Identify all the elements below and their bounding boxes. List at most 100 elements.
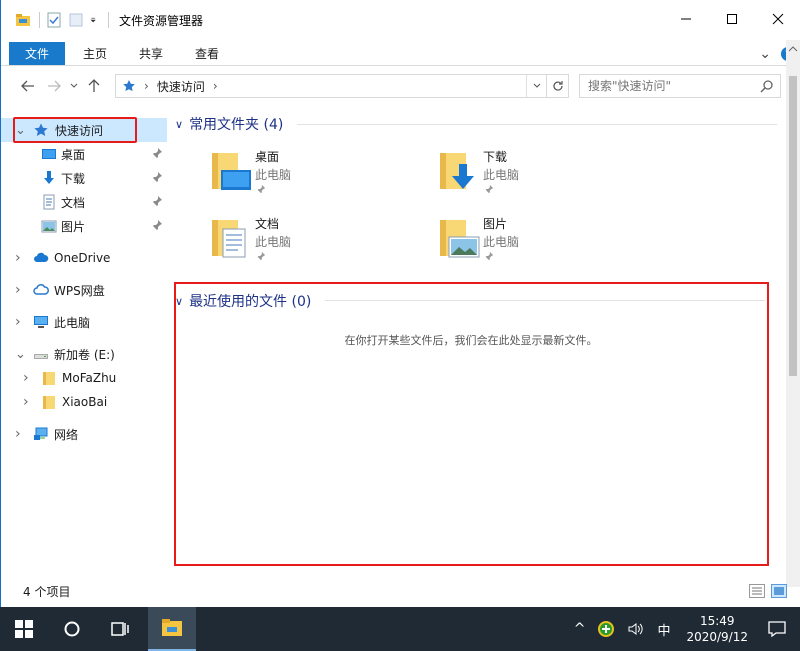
expand-chevron-icon[interactable]: › (23, 394, 29, 410)
nav-item-onedrive[interactable]: › OneDrive (1, 246, 167, 270)
pin-icon[interactable] (484, 251, 494, 261)
maximize-button[interactable] (709, 4, 755, 34)
tab-home[interactable]: 主页 (69, 42, 121, 65)
expand-chevron-icon[interactable]: › (15, 282, 21, 298)
title-bar: 文件资源管理器 (1, 0, 800, 40)
tab-share[interactable]: 共享 (125, 42, 177, 65)
taskbar: ^ 中 15:49 2020/9/12 (0, 607, 800, 651)
search-taskbar-button[interactable] (48, 607, 96, 651)
tile-pictures[interactable]: 图片 此电脑 (437, 215, 637, 271)
tile-downloads[interactable]: 下载 此电脑 (437, 148, 637, 204)
nav-item-wps-cloud[interactable]: › WPS网盘 (1, 278, 167, 302)
pin-icon[interactable] (151, 147, 163, 159)
address-toolbar: › 快速访问 › (1, 72, 800, 100)
explorer-folder-icon[interactable] (15, 12, 31, 28)
expand-chevron-icon[interactable]: › (23, 370, 29, 386)
address-dropdown-button[interactable] (526, 75, 546, 97)
windows-logo-icon (15, 620, 33, 638)
frequent-folders-header[interactable]: ∨ 常用文件夹 (4) (175, 114, 283, 134)
breadcrumb-separator-icon-2[interactable]: › (213, 79, 218, 93)
tile-desktop[interactable]: 桌面 此电脑 (209, 148, 409, 204)
nav-item-pictures[interactable]: 图片 (1, 214, 167, 238)
search-input[interactable] (588, 79, 758, 93)
input-method-button[interactable]: 中 (651, 620, 676, 639)
expand-chevron-icon[interactable]: ⌄ (15, 347, 26, 362)
expand-chevron-icon[interactable]: › (15, 250, 21, 266)
tile-documents[interactable]: 文档 此电脑 (209, 215, 409, 271)
nav-item-xiaobai[interactable]: › XiaoBai (1, 390, 167, 414)
breadcrumb: › 快速访问 › (122, 78, 218, 95)
new-folder-icon[interactable] (68, 12, 84, 28)
window-controls (663, 4, 800, 34)
nav-label: 此电脑 (54, 315, 91, 330)
customize-qa-chevron-icon[interactable] (90, 12, 100, 28)
expand-chevron-icon[interactable]: › (15, 426, 21, 442)
frequent-folders-title: 常用文件夹 (4) (189, 117, 284, 133)
tile-name: 图片 (483, 217, 508, 231)
nav-item-downloads[interactable]: 下载 (1, 166, 167, 190)
search-box[interactable] (579, 74, 781, 98)
forward-button[interactable] (41, 74, 67, 98)
tab-view[interactable]: 查看 (181, 42, 233, 65)
chevron-down-icon-2 (533, 83, 540, 88)
drive-icon (34, 354, 48, 359)
clock-time: 15:49 (699, 614, 735, 628)
nav-item-desktop[interactable]: 桌面 (1, 142, 167, 166)
show-hidden-icons-button[interactable]: ^ (568, 621, 592, 637)
scrollbar-thumb[interactable] (789, 76, 797, 376)
pin-icon[interactable] (151, 171, 163, 183)
nav-label: XiaoBai (62, 395, 108, 409)
scroll-up-icon[interactable] (786, 42, 800, 56)
address-box[interactable]: › 快速访问 › (115, 74, 569, 98)
app-tray-icon[interactable] (591, 620, 621, 638)
refresh-button[interactable] (546, 75, 568, 97)
pin-icon[interactable] (256, 251, 266, 261)
details-view-icon[interactable] (749, 584, 765, 598)
properties-icon[interactable] (46, 12, 62, 28)
tile-location: 此电脑 (483, 235, 520, 249)
notification-icon (768, 621, 786, 637)
forward-arrow-icon (48, 80, 61, 92)
close-icon (772, 13, 784, 25)
clock-button[interactable]: 15:49 2020/9/12 (676, 613, 758, 645)
back-button[interactable] (15, 74, 41, 98)
download-icon (44, 171, 54, 184)
up-button[interactable] (81, 74, 107, 98)
large-icons-view-icon[interactable] (771, 584, 787, 598)
taskbar-explorer-button[interactable] (148, 607, 196, 651)
collapse-chevron-icon[interactable]: ∨ (175, 118, 183, 131)
breadcrumb-separator-icon[interactable]: › (144, 79, 149, 93)
tile-location: 此电脑 (255, 235, 292, 249)
nav-item-drive-e[interactable]: ⌄ 新加卷 (E:) (1, 342, 167, 366)
notifications-button[interactable] (758, 621, 800, 637)
close-button[interactable] (755, 4, 800, 34)
pin-icon[interactable] (484, 184, 494, 194)
pin-icon[interactable] (256, 184, 266, 194)
picture-icon (41, 220, 57, 233)
nav-label: 文档 (61, 195, 86, 210)
nav-label: 新加卷 (E:) (54, 347, 115, 362)
start-button[interactable] (0, 607, 48, 651)
nav-item-documents[interactable]: 文档 (1, 190, 167, 214)
breadcrumb-quick-access[interactable]: 快速访问 (157, 78, 205, 95)
pin-icon[interactable] (151, 195, 163, 207)
highlight-box-quick-access (13, 117, 137, 143)
pin-icon[interactable] (151, 219, 163, 231)
qa-separator (39, 12, 40, 28)
search-icon (760, 80, 773, 93)
vertical-scrollbar[interactable] (786, 40, 800, 587)
nav-item-network[interactable]: › 网络 (1, 422, 167, 446)
expand-ribbon-icon[interactable]: ⌄ (759, 46, 771, 62)
expand-chevron-icon[interactable]: › (15, 314, 21, 330)
task-view-button[interactable] (96, 607, 144, 651)
tab-file[interactable]: 文件 (9, 42, 66, 65)
nav-item-this-pc[interactable]: › 此电脑 (1, 310, 167, 334)
nav-item-mofazhu[interactable]: › MoFaZhu (1, 366, 167, 390)
nav-label: 网络 (54, 427, 79, 442)
document-icon (43, 194, 55, 210)
nav-label: MoFaZhu (62, 371, 117, 385)
minimize-button[interactable] (663, 4, 709, 34)
volume-button[interactable] (621, 621, 651, 637)
desktop-icon (42, 149, 56, 159)
recent-locations-button[interactable] (67, 74, 81, 98)
